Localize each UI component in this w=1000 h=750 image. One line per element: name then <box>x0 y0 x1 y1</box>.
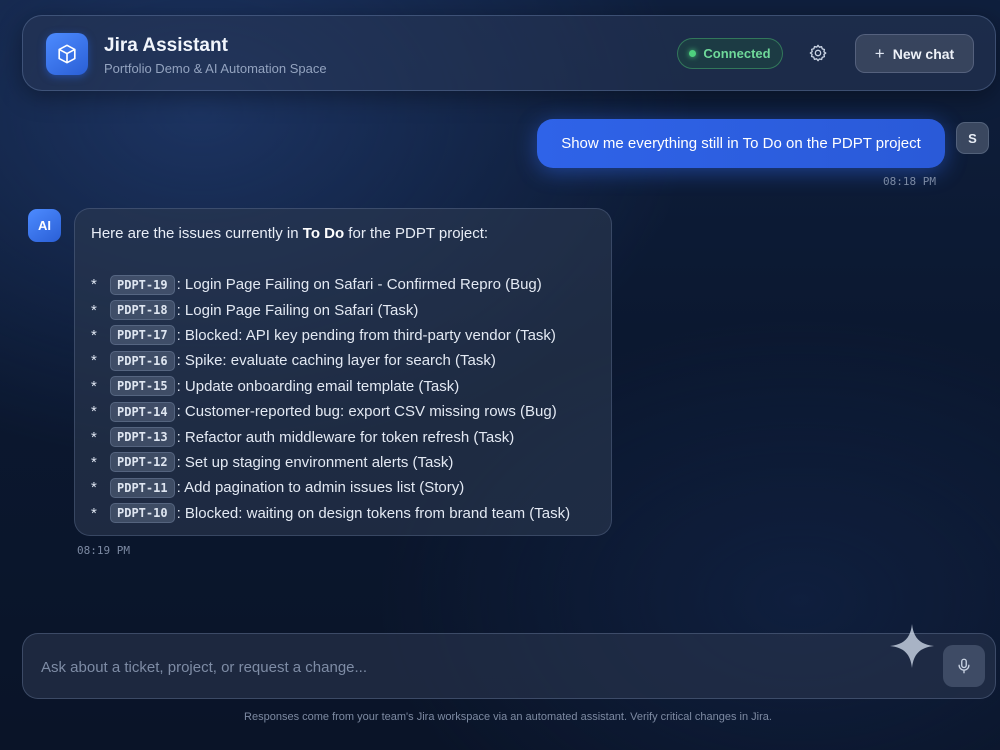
issue-key-badge[interactable]: PDPT-18 <box>110 300 175 321</box>
bullet-marker: * <box>91 479 97 497</box>
issue-summary: : Login Page Failing on Safari - Confirm… <box>176 276 542 294</box>
sparkle-icon <box>890 624 934 668</box>
issue-key-badge[interactable]: PDPT-15 <box>110 376 175 397</box>
bullet-marker: * <box>91 276 97 294</box>
issue-list-item: * PDPT-12: Set up staging environment ale… <box>91 450 570 475</box>
microphone-icon <box>958 658 970 674</box>
issue-list-item: * PDPT-13: Refactor auth middleware for t… <box>91 424 570 449</box>
disclaimer-note: Responses come from your team's Jira wor… <box>244 711 772 723</box>
issue-key-badge[interactable]: PDPT-11 <box>110 477 175 498</box>
plus-icon: + <box>874 44 885 63</box>
issue-summary: : Customer-reported bug: export CSV miss… <box>176 403 557 421</box>
issue-list: * PDPT-19: Login Page Failing on Safari -… <box>91 272 570 526</box>
status-name: To Do <box>302 225 345 242</box>
issue-list-item: * PDPT-15: Update onboarding email templa… <box>91 374 570 399</box>
bullet-marker: * <box>91 428 97 446</box>
issue-key-badge[interactable]: PDPT-17 <box>110 325 175 346</box>
issue-key-badge[interactable]: PDPT-19 <box>110 274 175 295</box>
assistant-message-bubble: Here are the issues currently in To Do f… <box>74 208 612 536</box>
assistant-intro-text: Here are the issues currently in To Do f… <box>91 225 489 242</box>
issue-summary: : Refactor auth middleware for token ref… <box>176 428 515 446</box>
assistant-avatar: AI <box>28 209 61 242</box>
app-header: Jira Assistant Portfolio Demo & AI Autom… <box>22 15 996 91</box>
issue-list-item: * PDPT-11: Add pagination to admin issues… <box>91 475 570 500</box>
issue-key-badge[interactable]: PDPT-12 <box>110 452 175 473</box>
settings-button[interactable] <box>805 40 831 66</box>
user-avatar: S <box>956 122 989 154</box>
gear-icon <box>809 44 827 62</box>
status-label: Connected <box>703 46 771 61</box>
issue-key-badge[interactable]: PDPT-13 <box>110 427 175 448</box>
issue-summary: : Update onboarding email template (Task… <box>176 377 460 395</box>
bullet-marker: * <box>91 504 97 522</box>
issue-key-badge[interactable]: PDPT-14 <box>110 401 175 422</box>
issue-key-badge[interactable]: PDPT-16 <box>110 350 175 371</box>
issue-summary: : Spike: evaluate caching layer for sear… <box>176 352 496 370</box>
bullet-marker: * <box>91 377 97 395</box>
microphone-button[interactable] <box>943 645 985 687</box>
issue-summary: : Set up staging environment alerts (Tas… <box>176 453 454 471</box>
issue-summary: : Blocked: API key pending from third-pa… <box>176 326 556 344</box>
user-message-text: Show me everything still in To Do on the… <box>561 135 921 152</box>
issue-list-item: * PDPT-18: Login Page Failing on Safari (… <box>91 297 570 322</box>
issue-list-item: * PDPT-16: Spike: evaluate caching layer … <box>91 348 570 373</box>
new-chat-label: New chat <box>892 45 955 62</box>
bullet-marker: * <box>91 352 97 370</box>
issue-list-item: * PDPT-14: Customer-reported bug: export … <box>91 399 570 424</box>
connection-status-badge: Connected <box>677 38 783 69</box>
bullet-marker: * <box>91 326 97 344</box>
cube-icon <box>46 33 88 75</box>
issue-list-item: * PDPT-19: Login Page Failing on Safari -… <box>91 272 570 297</box>
app-subtitle: Portfolio Demo & AI Automation Space <box>104 61 327 76</box>
bullet-marker: * <box>91 453 97 471</box>
issue-summary: : Login Page Failing on Safari (Task) <box>176 301 419 319</box>
assistant-message-timestamp: 08:19 PM <box>77 544 130 557</box>
app-title: Jira Assistant <box>104 35 228 56</box>
message-composer <box>22 624 996 699</box>
user-message-bubble: Show me everything still in To Do on the… <box>537 119 945 168</box>
message-input[interactable] <box>41 648 881 686</box>
issue-summary: : Add pagination to admin issues list (S… <box>176 479 465 497</box>
issue-summary: : Blocked: waiting on design tokens from… <box>176 504 571 522</box>
issue-key-badge[interactable]: PDPT-10 <box>110 503 175 524</box>
bullet-marker: * <box>91 301 97 319</box>
new-chat-button[interactable]: + New chat <box>855 34 974 73</box>
issue-list-item: * PDPT-17: Blocked: API key pending from … <box>91 323 570 348</box>
status-dot-icon <box>689 50 697 57</box>
bullet-marker: * <box>91 403 97 421</box>
issue-list-item: * PDPT-10: Blocked: waiting on design tok… <box>91 501 570 526</box>
user-message-timestamp: 08:18 PM <box>883 175 936 188</box>
